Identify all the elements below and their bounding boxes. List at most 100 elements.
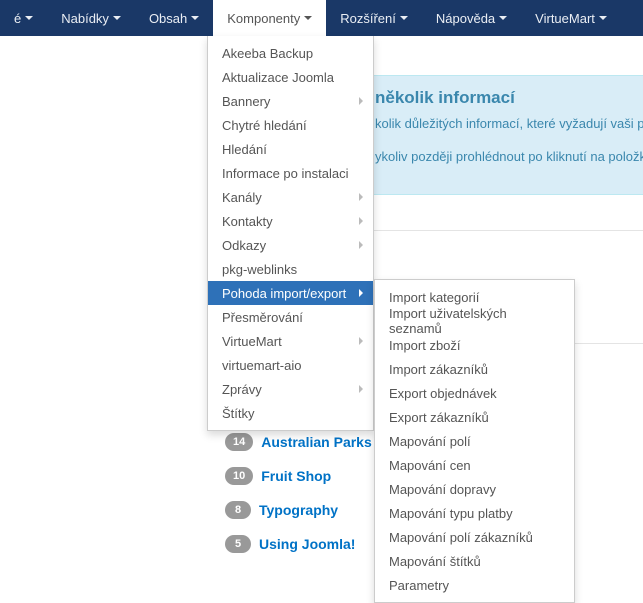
- dropdown-item[interactable]: Kanály: [208, 185, 373, 209]
- pohoda-submenu: Import kategorií Import uživatelských sez…: [374, 279, 575, 603]
- caret-down-icon: [25, 16, 33, 20]
- submenu-item-label: Export objednávek: [389, 386, 497, 401]
- dropdown-item-label: Kontakty: [222, 214, 273, 229]
- dropdown-item[interactable]: Odkazy: [208, 233, 373, 257]
- nav-item[interactable]: é: [0, 0, 47, 36]
- submenu-item[interactable]: Parametry: [375, 573, 574, 597]
- submenu-item-label: Mapování dopravy: [389, 482, 496, 497]
- chevron-right-icon: [359, 337, 363, 345]
- nav-label: Nápověda: [436, 11, 495, 26]
- nav-label: VirtueMart: [535, 11, 595, 26]
- info-alert-line1: kolik důležitých informací, které vyžadu…: [375, 116, 635, 131]
- submenu-item[interactable]: Import zboží: [375, 333, 574, 357]
- submenu-item[interactable]: Mapování cen: [375, 453, 574, 477]
- dropdown-item-label: Štítky: [222, 406, 255, 421]
- nav-label: Rozšíření: [340, 11, 396, 26]
- submenu-item[interactable]: Export objednávek: [375, 381, 574, 405]
- nav-item[interactable]: Rozšíření: [326, 0, 422, 36]
- submenu-item-label: Mapování polí zákazníků: [389, 530, 533, 545]
- submenu-item[interactable]: Mapování polí zákazníků: [375, 525, 574, 549]
- dropdown-item[interactable]: Přesměrování: [208, 305, 373, 329]
- dropdown-item[interactable]: Informace po instalaci: [208, 161, 373, 185]
- caret-down-icon: [304, 16, 312, 20]
- nav-label: Obsah: [149, 11, 187, 26]
- count-badge: 8: [225, 501, 251, 519]
- dropdown-item-label: Chytré hledání: [222, 118, 307, 133]
- dropdown-item-label: Kanály: [222, 190, 262, 205]
- submenu-item-label: Mapování typu platby: [389, 506, 513, 521]
- nav-label: é: [14, 11, 21, 26]
- dropdown-item[interactable]: Kontakty: [208, 209, 373, 233]
- dropdown-item-label: Odkazy: [222, 238, 266, 253]
- dropdown-item-label: virtuemart-aio: [222, 358, 301, 373]
- chevron-right-icon: [359, 193, 363, 201]
- caret-down-icon: [599, 16, 607, 20]
- dropdown-item-label: VirtueMart: [222, 334, 282, 349]
- caret-down-icon: [113, 16, 121, 20]
- info-alert-line2: ykoliv později prohlédnout po kliknutí n…: [375, 149, 635, 164]
- dropdown-item[interactable]: virtuemart-aio: [208, 353, 373, 377]
- dropdown-item-label: Aktualizace Joomla: [222, 70, 334, 85]
- chevron-right-icon: [359, 289, 363, 297]
- nav-item-komponenty[interactable]: Komponenty: [213, 0, 326, 36]
- sidebar-list: 14 Australian Parks 10 Fruit Shop 8 Typo…: [225, 433, 372, 569]
- komponenty-dropdown: Akeeba Backup Aktualizace Joomla Bannery Ch…: [207, 36, 374, 431]
- chevron-right-icon: [359, 385, 363, 393]
- top-nav: é Nabídky Obsah Komponenty Rozšíření Náp…: [0, 0, 643, 36]
- submenu-item-label: Mapování cen: [389, 458, 471, 473]
- submenu-item-label: Import kategorií: [389, 290, 479, 305]
- dropdown-item[interactable]: VirtueMart: [208, 329, 373, 353]
- dropdown-item-label: Pohoda import/export: [222, 286, 346, 301]
- caret-down-icon: [191, 16, 199, 20]
- submenu-item-label: Mapování polí: [389, 434, 471, 449]
- nav-label: Nabídky: [61, 11, 109, 26]
- sidebar-item[interactable]: 5 Using Joomla!: [225, 535, 372, 553]
- submenu-item-label: Import zboží: [389, 338, 461, 353]
- sidebar-item-label: Using Joomla!: [259, 536, 355, 552]
- submenu-item-label: Parametry: [389, 578, 449, 593]
- dropdown-item-label: Zprávy: [222, 382, 262, 397]
- dropdown-item[interactable]: Akeeba Backup: [208, 41, 373, 65]
- caret-down-icon: [400, 16, 408, 20]
- submenu-item[interactable]: Mapování dopravy: [375, 477, 574, 501]
- nav-item[interactable]: Obsah: [135, 0, 213, 36]
- info-alert: několik informací kolik důležitých infor…: [360, 75, 643, 195]
- nav-item[interactable]: Nabídky: [47, 0, 135, 36]
- dropdown-item[interactable]: Bannery: [208, 89, 373, 113]
- submenu-item[interactable]: Mapování typu platby: [375, 501, 574, 525]
- dropdown-item-label: Informace po instalaci: [222, 166, 348, 181]
- caret-down-icon: [499, 16, 507, 20]
- sidebar-item[interactable]: 8 Typography: [225, 501, 372, 519]
- dropdown-item[interactable]: Zprávy: [208, 377, 373, 401]
- dropdown-item[interactable]: Pohoda import/export: [208, 281, 373, 305]
- chevron-right-icon: [359, 241, 363, 249]
- dropdown-item-label: Bannery: [222, 94, 270, 109]
- dropdown-item-label: Akeeba Backup: [222, 46, 313, 61]
- nav-item[interactable]: Nápověda: [422, 0, 521, 36]
- count-badge: 14: [225, 433, 253, 451]
- sidebar-item-label: Typography: [259, 502, 338, 518]
- dropdown-item[interactable]: Chytré hledání: [208, 113, 373, 137]
- dropdown-item-label: pkg-weblinks: [222, 262, 297, 277]
- nav-label: Komponenty: [227, 11, 300, 26]
- submenu-item[interactable]: Import uživatelských seznamů: [375, 309, 574, 333]
- submenu-item[interactable]: Export zákazníků: [375, 405, 574, 429]
- nav-item[interactable]: VirtueMart: [521, 0, 621, 36]
- submenu-item[interactable]: Import zákazníků: [375, 357, 574, 381]
- count-badge: 10: [225, 467, 253, 485]
- dropdown-item[interactable]: Štítky: [208, 401, 373, 425]
- count-badge: 5: [225, 535, 251, 553]
- submenu-item-label: Export zákazníků: [389, 410, 489, 425]
- submenu-item[interactable]: Mapování polí: [375, 429, 574, 453]
- submenu-item-label: Mapování štítků: [389, 554, 481, 569]
- dropdown-item[interactable]: Aktualizace Joomla: [208, 65, 373, 89]
- chevron-right-icon: [359, 97, 363, 105]
- dropdown-item[interactable]: Hledání: [208, 137, 373, 161]
- sidebar-item-label: Fruit Shop: [261, 468, 331, 484]
- dropdown-item[interactable]: pkg-weblinks: [208, 257, 373, 281]
- info-alert-title: několik informací: [375, 88, 635, 108]
- sidebar-item[interactable]: 14 Australian Parks: [225, 433, 372, 451]
- submenu-item-label: Import zákazníků: [389, 362, 488, 377]
- sidebar-item[interactable]: 10 Fruit Shop: [225, 467, 372, 485]
- submenu-item[interactable]: Mapování štítků: [375, 549, 574, 573]
